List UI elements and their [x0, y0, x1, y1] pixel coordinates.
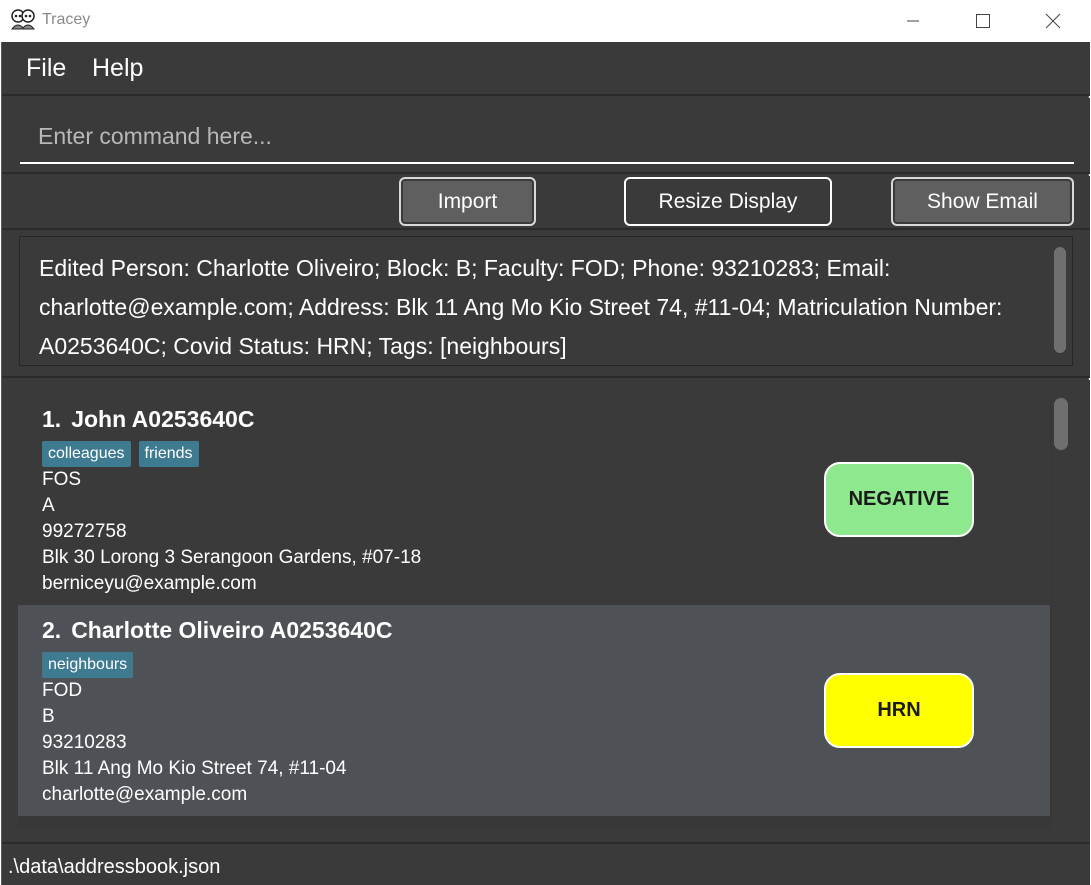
resize-display-button[interactable]: Resize Display: [624, 177, 832, 226]
tag: colleagues: [42, 441, 131, 467]
person-list-panel: 1. John A0253640C colleagues friends FOS …: [2, 380, 1090, 842]
person-index: 1.: [42, 406, 62, 432]
close-icon: [1045, 13, 1061, 29]
status-bar: .\data\addressbook.json: [2, 842, 1090, 885]
command-input[interactable]: [20, 110, 1074, 164]
menu-help[interactable]: Help: [92, 54, 143, 83]
person-list: 1. John A0253640C colleagues friends FOS …: [18, 394, 1052, 828]
tag: friends: [138, 441, 199, 467]
person-address: Blk 30 Lorong 3 Serangoon Gardens, #07-1…: [42, 547, 422, 568]
person-faculty: FOS: [42, 469, 82, 490]
person-address: Blk 11 Ang Mo Kio Street 74, #11-04: [42, 758, 347, 779]
person-name: 2. Charlotte Oliveiro A0253640C: [42, 617, 392, 644]
tag: neighbours: [42, 652, 134, 678]
minimize-icon: [907, 20, 919, 22]
result-scrollbar[interactable]: [1054, 247, 1066, 353]
result-box: Edited Person: Charlotte Oliveiro; Block…: [19, 236, 1073, 366]
window-title: Tracey: [42, 11, 91, 28]
command-box: [2, 98, 1090, 174]
title-bar: Tracey: [0, 0, 1091, 42]
person-name-text: John A0253640C: [71, 406, 255, 432]
person-phone: 93210283: [42, 732, 127, 753]
close-button[interactable]: [1030, 0, 1076, 42]
person-card[interactable]: 2. Charlotte Oliveiro A0253640C neighbour…: [18, 605, 1050, 816]
person-faculty: FOD: [42, 680, 83, 701]
people-icon: [10, 9, 36, 30]
menu-bar: File Help: [2, 42, 1090, 96]
covid-status-badge: NEGATIVE: [824, 462, 974, 537]
maximize-icon: [976, 14, 990, 28]
menu-file[interactable]: File: [26, 54, 66, 83]
person-block: A: [42, 495, 55, 516]
tag-list: colleagues friends: [42, 441, 199, 467]
person-phone: 99272758: [42, 521, 127, 542]
tag-list: neighbours: [42, 652, 134, 678]
maximize-button[interactable]: [960, 0, 1006, 42]
person-index: 2.: [42, 617, 62, 643]
import-button[interactable]: Import: [399, 177, 536, 226]
show-email-button[interactable]: Show Email: [891, 177, 1074, 226]
result-display: Edited Person: Charlotte Oliveiro; Block…: [2, 230, 1090, 378]
person-card[interactable]: 1. John A0253640C colleagues friends FOS …: [18, 394, 1050, 605]
covid-status-badge: HRN: [824, 673, 974, 748]
person-email: charlotte@example.com: [42, 784, 248, 805]
person-name-text: Charlotte Oliveiro A0253640C: [71, 617, 393, 643]
list-scrollbar[interactable]: [1054, 398, 1068, 450]
save-location: .\data\addressbook.json: [8, 856, 221, 878]
button-bar: Import Resize Display Show Email: [2, 176, 1090, 230]
main-window: File Help Import Resize Display Show Ema…: [1, 42, 1090, 885]
result-text: Edited Person: Charlotte Oliveiro; Block…: [39, 255, 1003, 359]
person-name: 1. John A0253640C: [42, 406, 254, 433]
minimize-button[interactable]: [890, 0, 936, 42]
person-email: berniceyu@example.com: [42, 573, 257, 594]
person-block: B: [42, 706, 55, 727]
